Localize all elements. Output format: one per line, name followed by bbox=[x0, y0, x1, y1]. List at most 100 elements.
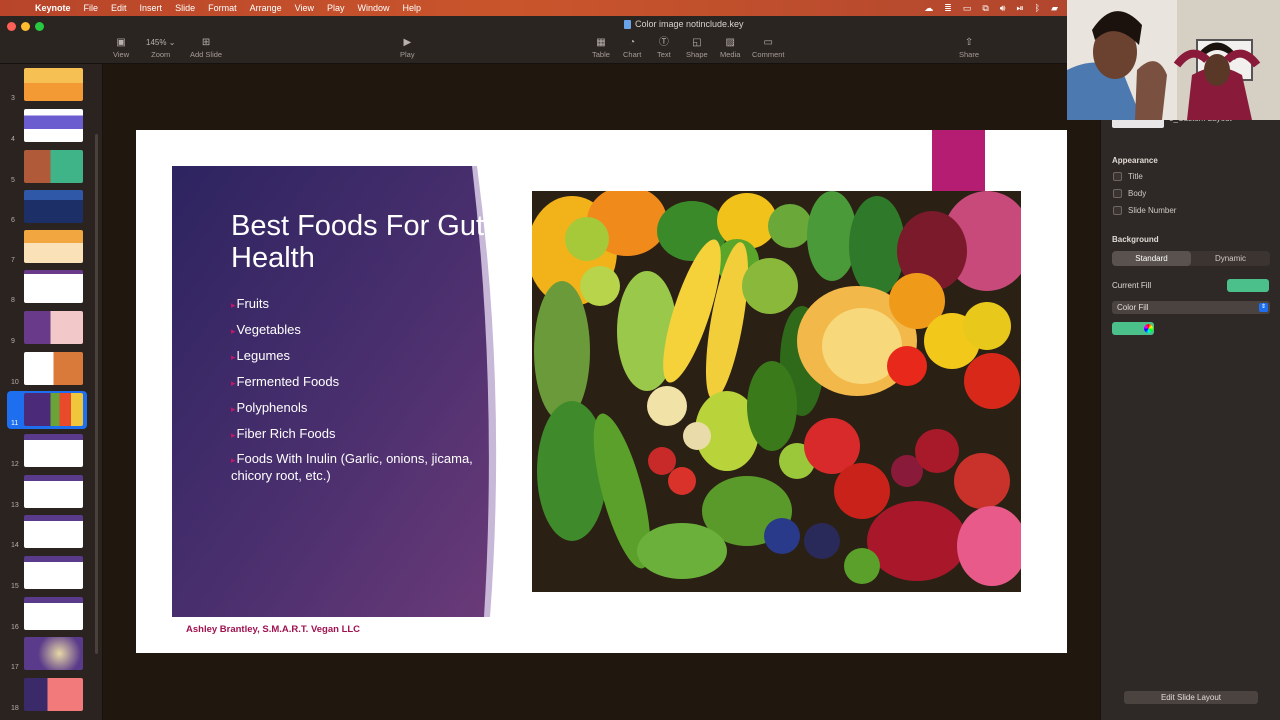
comment-icon: ▭ bbox=[763, 37, 773, 48]
shape-button[interactable]: ◱ Shape bbox=[686, 36, 708, 59]
text-button[interactable]: Ⓣ Text bbox=[657, 36, 671, 59]
close-window-button[interactable] bbox=[7, 22, 16, 31]
menu-file[interactable]: File bbox=[84, 3, 99, 13]
share-label: Share bbox=[959, 50, 980, 59]
slide-thumbnail[interactable] bbox=[24, 150, 83, 183]
slide-number: 7 bbox=[11, 257, 15, 264]
slide-footer[interactable]: Ashley Brantley, S.M.A.R.T. Vegan LLC bbox=[186, 624, 360, 635]
bluetooth-icon[interactable]: ᛒ bbox=[1035, 3, 1040, 13]
view-button[interactable]: ▣ View bbox=[113, 36, 129, 59]
tab-standard[interactable]: Standard bbox=[1112, 251, 1191, 266]
slide-thumbnail[interactable] bbox=[24, 556, 83, 589]
bullet-list[interactable]: ▸Fruits ▸Vegetables ▸Legumes ▸Fermented … bbox=[231, 295, 481, 484]
fill-type-select[interactable]: Color Fill ⇕ bbox=[1112, 301, 1270, 314]
slide-title[interactable]: Best Foods For Gut Health bbox=[231, 210, 491, 274]
webcam-overlay bbox=[1067, 0, 1280, 120]
zoom-window-button[interactable] bbox=[35, 22, 44, 31]
slide-number-checkbox-row[interactable]: Slide Number bbox=[1113, 206, 1176, 215]
stack-icon[interactable]: ≣ bbox=[944, 3, 952, 14]
slide-number-checkbox-label: Slide Number bbox=[1128, 206, 1177, 215]
media-button[interactable]: ▨ Media bbox=[720, 36, 740, 59]
bullet-arrow-icon: ▸ bbox=[231, 430, 236, 440]
navigator-scrollbar[interactable] bbox=[95, 134, 98, 654]
table-icon: ▦ bbox=[596, 37, 606, 48]
slide-number: 3 bbox=[11, 95, 15, 102]
list-item: ▸Legumes bbox=[231, 348, 291, 363]
menu-app-keynote[interactable]: Keynote bbox=[35, 3, 71, 13]
share-button[interactable]: ⇧ Share bbox=[959, 36, 979, 59]
slide-thumbnail[interactable] bbox=[24, 434, 83, 467]
volume-icon[interactable]: 🔊︎ bbox=[1000, 3, 1006, 14]
menu-arrange[interactable]: Arrange bbox=[250, 3, 282, 13]
body-checkbox-row[interactable]: Body bbox=[1113, 189, 1146, 198]
menu-window[interactable]: Window bbox=[358, 3, 390, 13]
comment-label: Comment bbox=[752, 50, 785, 59]
slide-thumbnail[interactable] bbox=[24, 597, 83, 630]
zoom-value: 145% ⌄ bbox=[146, 38, 176, 47]
minimize-window-button[interactable] bbox=[21, 22, 30, 31]
bullet-arrow-icon: ▸ bbox=[231, 326, 236, 336]
list-item: ▸Fiber Rich Foods bbox=[231, 426, 336, 441]
inspector-panel: 0_Custom Layout Appearance Title Body Sl… bbox=[1100, 64, 1280, 720]
slide-thumbnail[interactable] bbox=[24, 230, 83, 263]
current-fill-swatch[interactable] bbox=[1227, 279, 1269, 292]
slide-number: 5 bbox=[11, 177, 15, 184]
comment-button[interactable]: ▭ Comment bbox=[752, 36, 785, 59]
add-slide-button[interactable]: ⊞ Add Slide bbox=[190, 36, 222, 59]
status-icons: ☁ ≣ ▭ ⧉ 🔊︎ ⏯︎ ᛒ ▰ bbox=[924, 0, 1058, 16]
menu-help[interactable]: Help bbox=[403, 3, 422, 13]
edit-slide-layout-button[interactable]: Edit Slide Layout bbox=[1124, 691, 1258, 704]
vegetables-photo[interactable] bbox=[532, 191, 1021, 592]
bullet-arrow-icon: ▸ bbox=[231, 404, 236, 414]
list-item: ▸Foods With Inulin (Garlic, onions, jica… bbox=[231, 451, 473, 483]
background-segmented-control: Standard Dynamic bbox=[1112, 251, 1270, 266]
slide-thumbnail[interactable] bbox=[24, 270, 83, 303]
view-icon: ▣ bbox=[116, 37, 126, 48]
slide-number: 17 bbox=[11, 664, 19, 671]
bullet-arrow-icon: ▸ bbox=[231, 378, 236, 388]
menu-format[interactable]: Format bbox=[208, 3, 237, 13]
list-item: ▸Vegetables bbox=[231, 322, 301, 337]
slide-navigator: 3 4 5 6 7 8 9 10 11 12 13 14 15 16 17 18 bbox=[0, 64, 103, 720]
slide-thumbnail[interactable] bbox=[24, 311, 83, 344]
body-checkbox[interactable] bbox=[1113, 189, 1122, 198]
slide-thumbnail[interactable] bbox=[24, 515, 83, 548]
table-button[interactable]: ▦ Table bbox=[592, 36, 610, 59]
tab-dynamic[interactable]: Dynamic bbox=[1191, 251, 1270, 266]
slide-thumbnail[interactable] bbox=[24, 637, 83, 670]
screen-mirror-icon[interactable]: ⧉ bbox=[982, 3, 988, 14]
table-label: Table bbox=[592, 50, 610, 59]
display-icon[interactable]: ▭ bbox=[963, 3, 972, 14]
chart-button[interactable]: ◔ Chart bbox=[623, 36, 641, 59]
menu-play[interactable]: Play bbox=[327, 3, 345, 13]
menu-view[interactable]: View bbox=[295, 3, 314, 13]
menu-slide[interactable]: Slide bbox=[175, 3, 195, 13]
slide-thumbnail[interactable] bbox=[24, 190, 83, 223]
color-wheel-icon[interactable] bbox=[1144, 324, 1153, 333]
slide-thumbnail[interactable] bbox=[24, 352, 83, 385]
slide-thumbnail[interactable] bbox=[24, 68, 83, 101]
list-item: ▸Polyphenols bbox=[231, 400, 308, 415]
title-checkbox[interactable] bbox=[1113, 172, 1122, 181]
bullet-arrow-icon: ▸ bbox=[231, 455, 236, 465]
menu-insert[interactable]: Insert bbox=[140, 3, 163, 13]
slide-thumbnail[interactable] bbox=[24, 109, 83, 142]
zoom-button[interactable]: 145% ⌄ Zoom bbox=[146, 36, 175, 59]
slide-number-checkbox[interactable] bbox=[1113, 206, 1122, 215]
slide-thumbnail[interactable] bbox=[24, 678, 83, 711]
battery-icon[interactable]: ▰ bbox=[1051, 3, 1058, 14]
slide-thumbnail[interactable] bbox=[24, 475, 83, 508]
slide-number: 4 bbox=[11, 136, 15, 143]
text-label: Text bbox=[657, 50, 671, 59]
slide-number: 15 bbox=[11, 583, 19, 590]
slide-number: 11 bbox=[11, 420, 19, 427]
slide-number: 8 bbox=[11, 297, 15, 304]
title-checkbox-row[interactable]: Title bbox=[1113, 172, 1143, 181]
slide-thumbnail-current[interactable] bbox=[24, 393, 83, 426]
slide-number: 6 bbox=[11, 217, 15, 224]
menu-edit[interactable]: Edit bbox=[111, 3, 127, 13]
creative-cloud-icon[interactable]: ☁ bbox=[924, 3, 933, 14]
play-button[interactable]: ▶ Play bbox=[400, 36, 415, 59]
play-pause-icon[interactable]: ⏯︎ bbox=[1016, 3, 1023, 14]
play-icon: ▶ bbox=[403, 37, 412, 48]
